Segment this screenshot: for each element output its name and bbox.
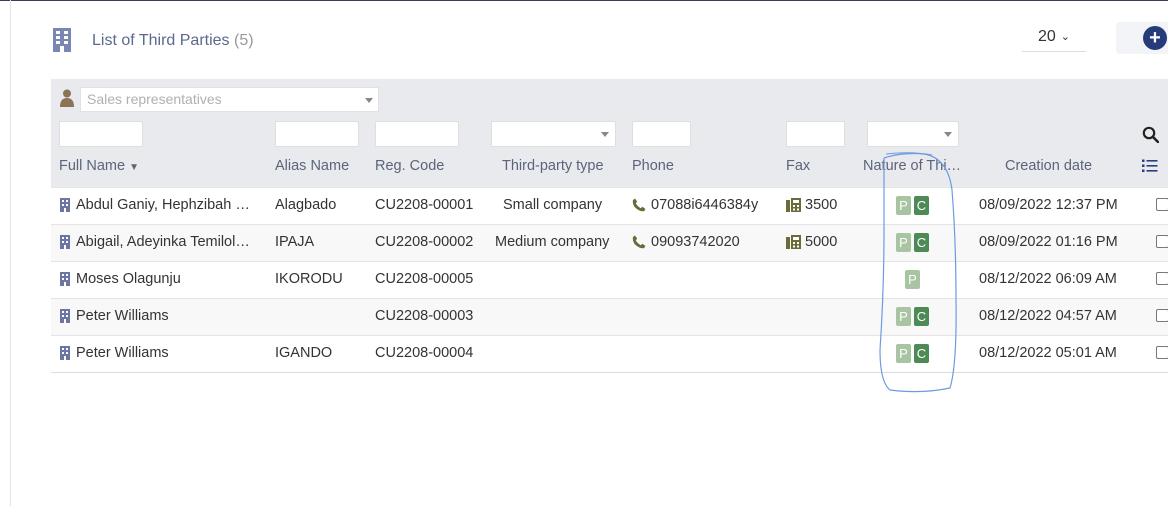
- reg-code-cell: CU2208-00003: [375, 308, 474, 324]
- fax-icon: [786, 198, 801, 212]
- add-third-party-button[interactable]: +: [1116, 22, 1168, 54]
- phone-cell: 07088i6446384y: [651, 197, 759, 213]
- customer-badge: C: [914, 233, 929, 252]
- prospect-badge: P: [896, 307, 911, 326]
- reg-code-cell: CU2208-00002: [375, 234, 474, 250]
- filter-fax-input[interactable]: [786, 121, 845, 147]
- row-select-checkbox[interactable]: [1156, 272, 1168, 285]
- chevron-down-icon: ⌄: [1060, 31, 1070, 43]
- record-count: (5): [234, 32, 254, 49]
- alias-cell: Alagbado: [275, 197, 337, 213]
- creation-date-cell: 08/12/2022 04:57 AM: [979, 308, 1117, 324]
- search-icon[interactable]: [1142, 126, 1159, 143]
- page-size-select[interactable]: 20 ⌄: [1022, 24, 1086, 52]
- page-title-text: List of Third Parties: [92, 32, 230, 49]
- phone-icon: [632, 198, 646, 212]
- third-party-name-link[interactable]: Peter Williams: [76, 345, 169, 362]
- column-header-phone[interactable]: Phone: [632, 158, 674, 174]
- creation-date-cell: 08/09/2022 12:37 PM: [979, 197, 1118, 213]
- filter-reg-code-input[interactable]: [375, 121, 459, 147]
- alias-cell: IPAJA: [275, 234, 315, 250]
- top-border: [0, 0, 1168, 1]
- caret-down-icon: [365, 98, 373, 103]
- row-select-checkbox[interactable]: [1156, 198, 1168, 211]
- building-icon: [60, 198, 70, 212]
- fax-cell: 5000: [805, 234, 838, 250]
- user-icon: [60, 89, 74, 107]
- customer-badge: C: [914, 307, 929, 326]
- building-icon: [60, 309, 70, 323]
- column-header-nature[interactable]: Nature of Thi…: [863, 158, 961, 174]
- building-icon: [60, 272, 70, 286]
- sales-representatives-placeholder: Sales representatives: [87, 91, 222, 107]
- column-header-alias[interactable]: Alias Name: [275, 158, 349, 174]
- column-header-reg-code[interactable]: Reg. Code: [375, 158, 444, 174]
- column-header-fax[interactable]: Fax: [786, 158, 810, 174]
- phone-cell: 09093742020: [651, 234, 740, 250]
- prospect-badge: P: [896, 196, 911, 215]
- type-cell: Small company: [503, 197, 603, 213]
- left-panel-border: [10, 0, 11, 506]
- prospect-badge: P: [896, 344, 911, 363]
- sales-representatives-select[interactable]: Sales representatives: [80, 87, 379, 112]
- third-party-name-link[interactable]: Abigail, Adeyinka Temilol…: [76, 234, 250, 251]
- column-header-full-name-label: Full Name: [59, 158, 126, 174]
- building-icon: [60, 235, 70, 249]
- customer-badge: C: [914, 344, 929, 363]
- filter-nature-select[interactable]: [867, 121, 959, 147]
- prospect-badge: P: [905, 270, 920, 289]
- creation-date-cell: 08/12/2022 06:09 AM: [979, 271, 1117, 287]
- filter-alias-input[interactable]: [275, 121, 359, 147]
- column-header-creation-date[interactable]: Creation date: [1005, 158, 1092, 174]
- third-party-name-link[interactable]: Peter Williams: [76, 308, 169, 325]
- filter-type-select[interactable]: [491, 121, 616, 147]
- caret-down-icon: [944, 132, 952, 137]
- third-party-name-link[interactable]: Moses Olagunju: [76, 271, 181, 288]
- alias-cell: IKORODU: [275, 271, 343, 287]
- caret-down-icon: [601, 132, 609, 137]
- row-select-checkbox[interactable]: [1156, 346, 1168, 359]
- column-list-icon[interactable]: [1142, 159, 1158, 173]
- filter-phone-input[interactable]: [632, 121, 691, 147]
- creation-date-cell: 08/09/2022 01:16 PM: [979, 234, 1118, 250]
- filter-full-name-input[interactable]: [59, 121, 143, 147]
- reg-code-cell: CU2208-00004: [375, 345, 474, 361]
- column-header-full-name[interactable]: Full Name ▼: [59, 158, 139, 174]
- alias-cell: IGANDO: [275, 345, 333, 361]
- reg-code-cell: CU2208-00001: [375, 197, 474, 213]
- table-bottom-border: [51, 372, 1168, 373]
- fax-cell: 3500: [805, 197, 838, 213]
- creation-date-cell: 08/12/2022 05:01 AM: [979, 345, 1117, 361]
- customer-badge: C: [914, 196, 929, 215]
- type-cell: Medium company: [495, 234, 610, 250]
- fax-icon: [786, 235, 801, 249]
- reg-code-cell: CU2208-00005: [375, 271, 474, 287]
- row-select-checkbox[interactable]: [1156, 309, 1168, 322]
- page-title: List of Third Parties (5): [92, 32, 254, 50]
- page-size-value: 20: [1037, 28, 1056, 45]
- column-header-type[interactable]: Third-party type: [502, 158, 604, 174]
- row-select-checkbox[interactable]: [1156, 235, 1168, 248]
- building-icon: [60, 346, 70, 360]
- phone-icon: [632, 235, 646, 249]
- prospect-badge: P: [896, 233, 911, 252]
- third-party-name-link[interactable]: Abdul Ganiy, Hephzibah …: [76, 197, 250, 214]
- plus-circle-icon: +: [1143, 26, 1167, 50]
- building-icon: [53, 28, 71, 52]
- sort-desc-icon: ▼: [129, 162, 140, 173]
